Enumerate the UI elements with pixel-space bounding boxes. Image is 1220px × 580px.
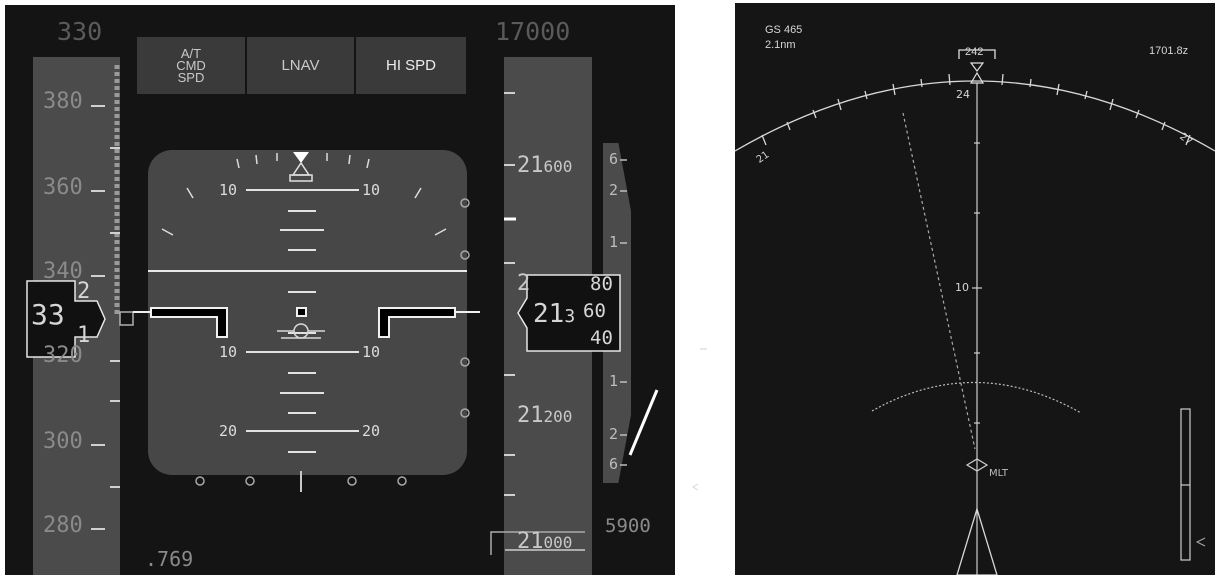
pitch-label: 20 [362, 422, 381, 440]
glideslope-scale [460, 198, 470, 418]
mach-readout: .769 [145, 547, 194, 571]
vsi-label: 1 [609, 372, 619, 390]
ground-speed: GS 465 [765, 24, 803, 36]
vsi-label: 6 [609, 150, 619, 168]
distance-readout: 2.1nm [765, 39, 796, 51]
flight-path-vector [277, 323, 325, 339]
speed-label: 360 [43, 175, 83, 200]
altitude-roll-top: 80 [590, 273, 613, 295]
altitude-label: 21600 [517, 153, 573, 178]
pitch-label: 20 [219, 422, 238, 440]
pfd-graphics [26, 65, 659, 555]
speed-label: 300 [43, 429, 83, 454]
vsi-label: 2 [609, 181, 619, 199]
altitude-readout: 213 [533, 299, 576, 329]
time-readout: 1701.8z [1149, 45, 1189, 57]
altitude-label: 21000 [517, 529, 573, 554]
pitch-label: 10 [219, 343, 238, 361]
speed-label: 380 [43, 89, 83, 114]
vsi-needle [628, 389, 659, 456]
speed-readout: 33 [31, 298, 65, 331]
compass-arc [735, 80, 1215, 152]
nd-graphics [735, 49, 1215, 575]
speed-label: 280 [43, 513, 83, 538]
primary-flight-display: A/T CMD SPD LNAV HI SPD 330 380 360 340 … [5, 5, 675, 575]
roll-pointer [293, 152, 309, 163]
altitude-roll-bot: 40 [590, 327, 613, 349]
altitude-label: 21200 [517, 403, 573, 428]
range-label: 10 [955, 281, 969, 294]
selected-altitude: 17000 [495, 17, 571, 46]
altitude-roll-mid: 60 [583, 300, 606, 322]
navigation-display: GS 465 2.1nm 1701.8z 242 21 24 27 10 MLT [735, 3, 1215, 575]
pitch-label: 10 [219, 181, 238, 199]
pitch-label: 10 [362, 343, 381, 361]
compass-ticks [761, 73, 1191, 146]
pitch-ladder [246, 189, 359, 453]
speed-bug [119, 311, 134, 326]
waypoint-label: MLT [989, 468, 1008, 479]
altitude-tape-partial: 2 [517, 271, 531, 296]
speed-label: 320 [43, 343, 83, 368]
speed-readout-upper: 2 [77, 279, 91, 304]
roll-scale [161, 153, 447, 236]
vsi-label: 6 [609, 455, 619, 473]
altitude-ticks [504, 92, 515, 496]
vsi-label: 2 [609, 425, 619, 443]
pitch-label: 10 [362, 181, 381, 199]
vsi-label: 1 [609, 233, 619, 251]
heading-readout: 242 [965, 46, 984, 58]
vertical-speed-selected: 5900 [605, 515, 651, 537]
speed-readout-lower: 1 [77, 323, 91, 348]
selected-speed: 330 [57, 17, 103, 46]
compass-label-center: 24 [956, 88, 970, 101]
